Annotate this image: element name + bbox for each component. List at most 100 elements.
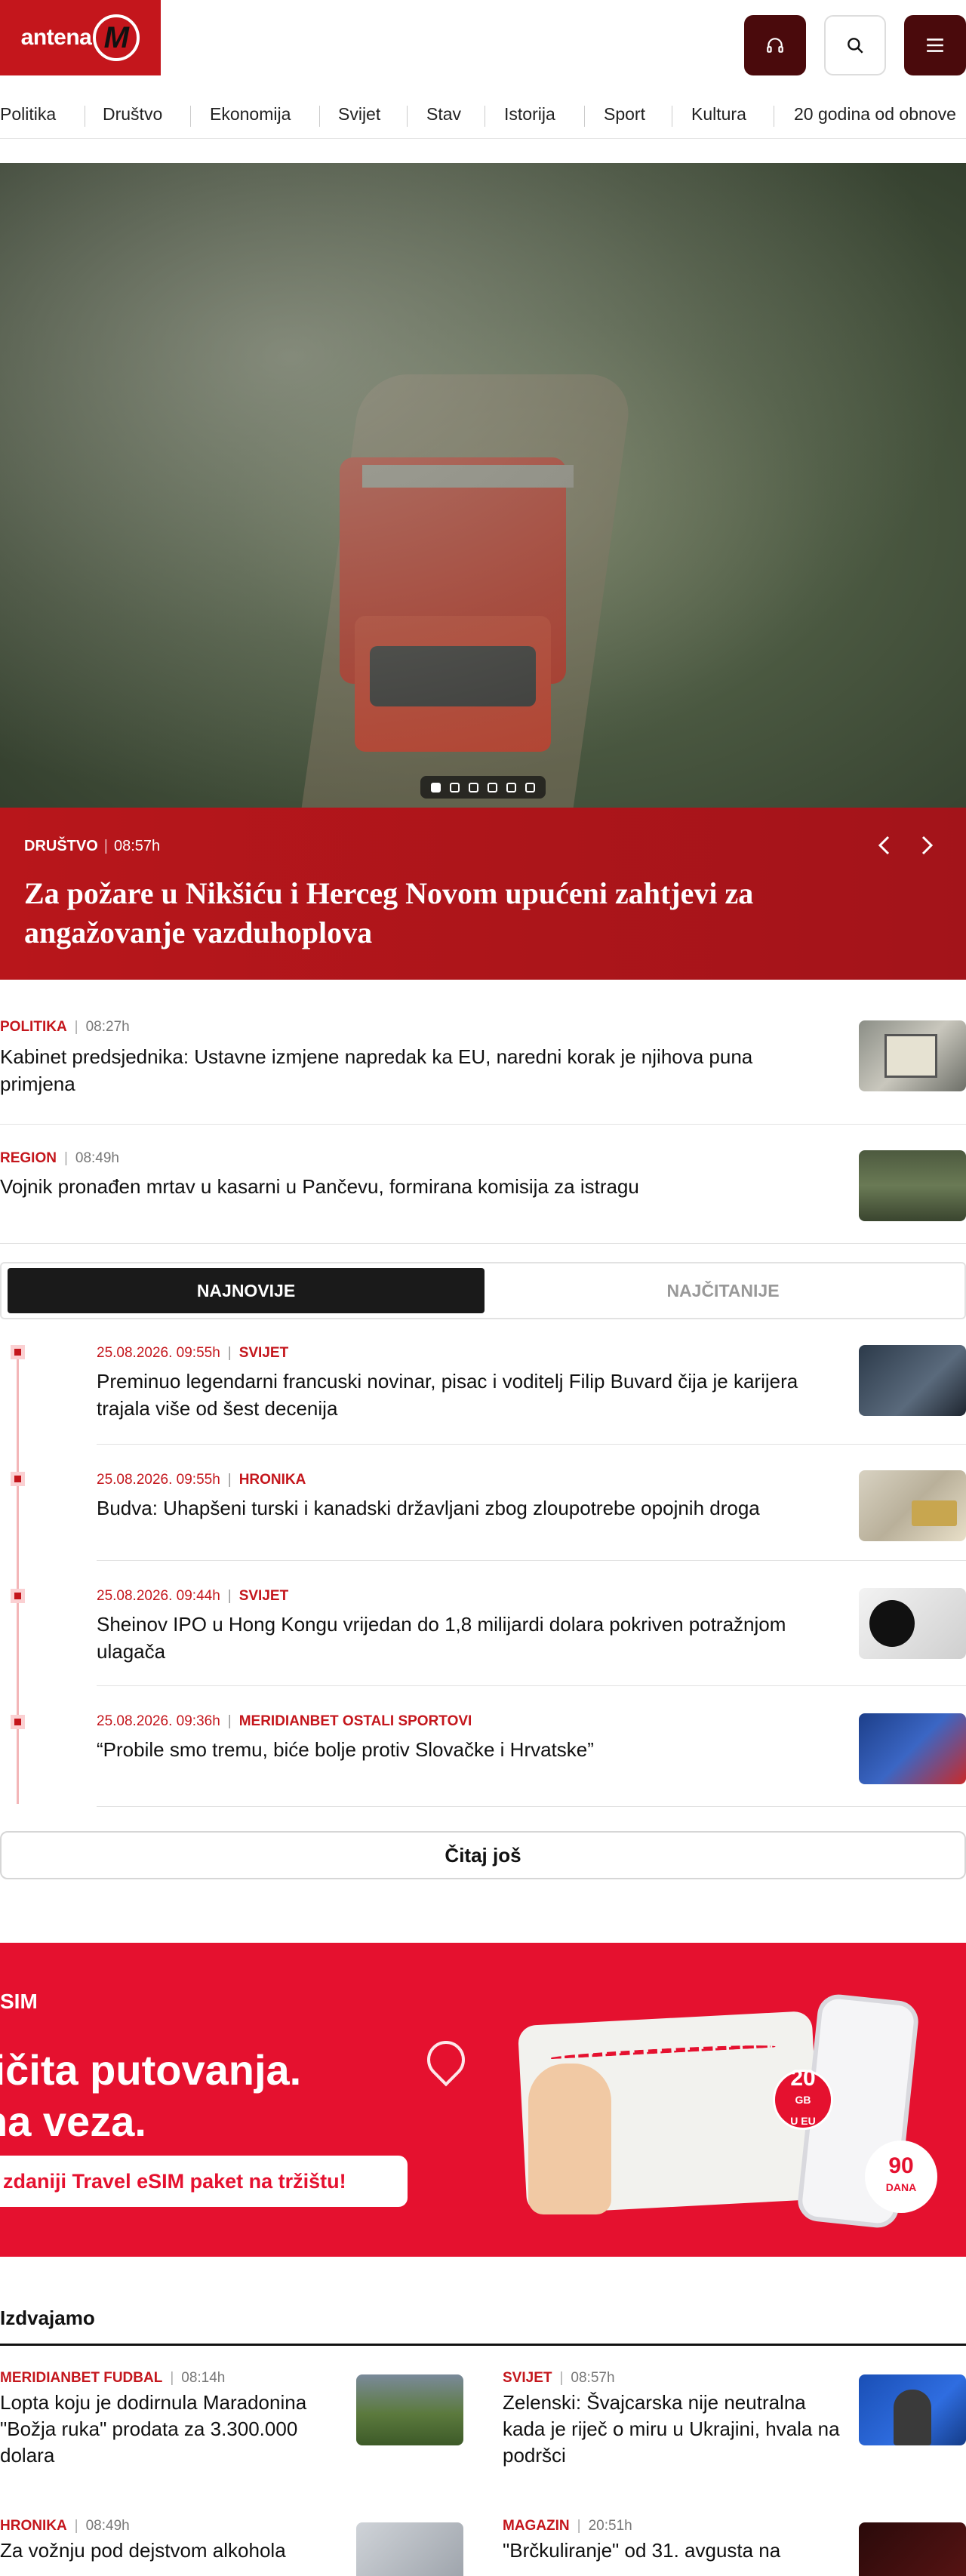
news-time: 08:49h (75, 1150, 120, 1166)
card-thumbnail[interactable] (859, 2522, 966, 2576)
featured-card[interactable]: MAGAZIN | 20:51h "Brčkuliranje" od 31. avg… (503, 2518, 966, 2576)
card-category[interactable]: SVIJET (503, 2370, 552, 2386)
carousel-pagination (420, 776, 546, 799)
featured-card[interactable]: SVIJET | 08:57h Zelenski: Švajcarska nije … (503, 2370, 966, 2469)
hero-title[interactable]: Za požare u Nikšiću i Herceg Novom upuće… (24, 874, 839, 953)
card-thumbnail[interactable] (356, 2522, 463, 2576)
card-category[interactable]: HRONIKA (0, 2518, 67, 2534)
site-logo[interactable]: antena M (0, 0, 161, 75)
hero-image[interactable] (0, 163, 966, 808)
card-thumbnail[interactable] (859, 2374, 966, 2445)
banner-headline-1: ličita putovanja. (0, 2046, 302, 2094)
latest-title[interactable]: Sheinov IPO u Hong Kongu vrijedan do 1,8… (97, 1611, 844, 1665)
nav-item-ekonomija[interactable]: Ekonomija (210, 104, 291, 125)
news-item[interactable]: POLITIKA | 08:27h Kabinet predsjednika: Us… (0, 1004, 966, 1125)
carousel-prev-button[interactable] (869, 830, 900, 860)
carousel-dot-4[interactable] (488, 782, 497, 792)
tab-najcitanije[interactable]: NAJČITANIJE (489, 1268, 957, 1313)
news-time: 08:27h (85, 1019, 130, 1035)
latest-category[interactable]: MERIDIANBET OSTALI SPORTOVI (239, 1713, 472, 1729)
nav-item-kultura[interactable]: Kultura (691, 104, 746, 125)
latest-title[interactable]: Budva: Uhapšeni turski i kanadski državl… (97, 1494, 844, 1522)
nav-item-svijet[interactable]: Svijet (338, 104, 380, 125)
hero-image-smoke (0, 163, 966, 808)
news-meta: POLITIKA | 08:27h (0, 1019, 130, 1035)
news-thumbnail[interactable] (859, 1020, 966, 1091)
section-title-izdvajamo: Izdvajamo (0, 2307, 95, 2329)
tab-najnovije[interactable]: NAJNOVIJE (8, 1268, 485, 1313)
card-thumbnail[interactable] (356, 2374, 463, 2445)
latest-date: 25.08.2026. 09:55h (97, 1472, 220, 1488)
timeline-marker (11, 1472, 25, 1486)
carousel-dot-2[interactable] (450, 782, 460, 792)
latest-item[interactable]: 25.08.2026. 09:55h | SVIJET Preminuo legen… (97, 1336, 966, 1445)
search-icon (845, 35, 865, 55)
carousel-dot-6[interactable] (525, 782, 535, 792)
headphones-icon (765, 35, 785, 55)
news-category[interactable]: REGION (0, 1150, 57, 1166)
nav-divider (584, 106, 585, 127)
latest-item[interactable]: 25.08.2026. 09:36h | MERIDIANBET OSTALI SP… (97, 1686, 966, 1807)
news-title[interactable]: Kabinet predsjednika: Ustavne izmjene na… (0, 1043, 830, 1097)
news-item[interactable]: REGION | 08:49h Vojnik pronađen mrtav u ka… (0, 1125, 966, 1244)
category-nav: Politika Društvo Ekonomija Svijet Stav I… (0, 94, 966, 139)
nav-item-sport[interactable]: Sport (604, 104, 645, 125)
hero-category[interactable]: DRUŠTVO (24, 838, 98, 854)
featured-card[interactable]: HRONIKA | 08:49h Za vožnju pod dejstvom al… (0, 2518, 468, 2576)
esim-ad-banner[interactable]: SIM ličita putovanja. na veza. zdaniji T… (0, 1943, 966, 2257)
chevron-right-icon (918, 835, 935, 856)
badge-20gb-unit: GB (795, 2094, 811, 2106)
latest-title[interactable]: “Probile smo tremu, biće bolje protiv Sl… (97, 1736, 844, 1763)
card-category[interactable]: MAGAZIN (503, 2518, 570, 2534)
search-button[interactable] (824, 15, 886, 75)
carousel-dot-5[interactable] (506, 782, 516, 792)
carousel-next-button[interactable] (912, 830, 942, 860)
card-time: 08:57h (571, 2370, 615, 2386)
card-category[interactable]: MERIDIANBET FUDBAL (0, 2370, 162, 2386)
latest-category[interactable]: SVIJET (239, 1588, 288, 1604)
latest-date: 25.08.2026. 09:36h (97, 1713, 220, 1729)
timeline-marker (11, 1345, 25, 1359)
featured-card[interactable]: MERIDIANBET FUDBAL | 08:14h Lopta koju je … (0, 2370, 468, 2469)
latest-thumbnail[interactable] (859, 1470, 966, 1541)
nav-item-istorija[interactable]: Istorija (504, 104, 555, 125)
read-more-button[interactable]: Čitaj još (0, 1831, 966, 1879)
card-time: 08:14h (181, 2370, 226, 2386)
menu-button[interactable] (904, 15, 966, 75)
card-time: 08:49h (85, 2518, 130, 2534)
audio-button[interactable] (744, 15, 806, 75)
latest-category[interactable]: SVIJET (239, 1345, 288, 1361)
banknote-image (912, 1500, 957, 1526)
banner-pill: zdaniji Travel eSIM paket na tržištu! (0, 2156, 408, 2207)
latest-item[interactable]: 25.08.2026. 09:44h | SVIJET Sheinov IPO u … (97, 1561, 966, 1686)
carousel-dot-1[interactable] (431, 782, 441, 792)
latest-category[interactable]: HRONIKA (239, 1472, 306, 1488)
card-time: 20:51h (588, 2518, 632, 2534)
latest-title[interactable]: Preminuo legendarni francuski novinar, p… (97, 1368, 844, 1422)
badge-20gb-sub: U EU (790, 2115, 816, 2127)
nav-divider (319, 106, 320, 127)
card-title[interactable]: Zelenski: Švajcarska nije neutralna kada… (503, 2390, 850, 2469)
latest-item[interactable]: 25.08.2026. 09:55h | HRONIKA Budva: Uhapše… (97, 1445, 966, 1561)
latest-thumbnail[interactable] (859, 1345, 966, 1416)
card-title[interactable]: Za vožnju pod dejstvom alkohola (0, 2538, 340, 2564)
hero-carousel[interactable]: DRUŠTVO | 08:57h Za požare u Nikšiću i Her… (0, 163, 966, 980)
banner-headline-2: na veza. (0, 2097, 146, 2145)
card-title[interactable]: "Brčkuliranje" od 31. avgusta na (503, 2538, 850, 2564)
latest-thumbnail[interactable] (859, 1713, 966, 1784)
nav-item-stav[interactable]: Stav (426, 104, 461, 125)
badge-90-value: 90 (888, 2153, 914, 2178)
nav-item-drustvo[interactable]: Društvo (103, 104, 162, 125)
nav-item-politika[interactable]: Politika (0, 104, 56, 125)
badge-20gb-value: 20 (790, 2066, 816, 2091)
carousel-dot-3[interactable] (469, 782, 478, 792)
card-title[interactable]: Lopta koju je dodirnula Maradonina "Božj… (0, 2390, 340, 2469)
route-line (549, 2042, 776, 2063)
hero-caption: DRUŠTVO | 08:57h Za požare u Nikšiću i Her… (0, 808, 966, 980)
news-title[interactable]: Vojnik pronađen mrtav u kasarni u Pančev… (0, 1173, 830, 1200)
nav-item-20-godina[interactable]: 20 godina od obnove (794, 104, 956, 125)
timeline-line (17, 1351, 19, 1804)
news-thumbnail[interactable] (859, 1150, 966, 1221)
news-category[interactable]: POLITIKA (0, 1019, 67, 1035)
latest-thumbnail[interactable] (859, 1588, 966, 1659)
